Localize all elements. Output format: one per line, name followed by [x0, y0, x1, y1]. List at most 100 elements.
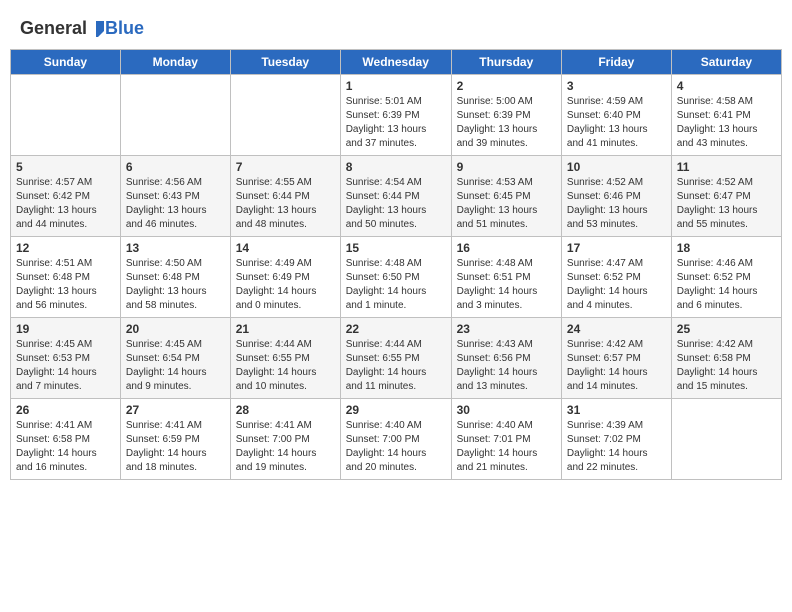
- day-info: Sunrise: 4:44 AMSunset: 6:55 PMDaylight:…: [346, 338, 446, 394]
- calendar-cell: 6Sunrise: 4:56 AMSunset: 6:43 PMDaylight…: [120, 156, 230, 237]
- day-info: Sunrise: 4:41 AMSunset: 7:00 PMDaylight:…: [236, 419, 335, 475]
- day-info: Sunrise: 4:40 AMSunset: 7:01 PMDaylight:…: [457, 419, 556, 475]
- day-info: Sunrise: 4:43 AMSunset: 6:56 PMDaylight:…: [457, 338, 556, 394]
- day-info: Sunrise: 4:44 AMSunset: 6:55 PMDaylight:…: [236, 338, 335, 394]
- day-info: Sunrise: 4:48 AMSunset: 6:51 PMDaylight:…: [457, 257, 556, 313]
- day-number: 10: [567, 160, 666, 174]
- calendar-cell: 15 Sunrise: 4:48 AMSunset: 6:50 PMDayligh…: [340, 237, 451, 318]
- calendar-cell: 18 Sunrise: 4:46 AMSunset: 6:52 PMDayligh…: [671, 237, 781, 318]
- day-number: 30: [457, 403, 556, 417]
- week-row-2: 5Sunrise: 4:57 AMSunset: 6:42 PMDaylight…: [11, 156, 782, 237]
- calendar-cell: 27Sunrise: 4:41 AMSunset: 6:59 PMDayligh…: [120, 399, 230, 480]
- week-row-3: 12 Sunrise: 4:51 AMSunset: 6:48 PMDayligh…: [11, 237, 782, 318]
- day-info: Sunrise: 4:52 AMSunset: 6:47 PMDaylight:…: [677, 176, 776, 232]
- day-number: 17: [567, 241, 666, 255]
- day-info: Sunrise: 4:42 AMSunset: 6:58 PMDaylight:…: [677, 338, 776, 394]
- day-number: 14: [236, 241, 335, 255]
- calendar-cell: 26 Sunrise: 4:41 AMSunset: 6:58 PMDayligh…: [11, 399, 121, 480]
- day-info: Sunrise: 4:52 AMSunset: 6:46 PMDaylight:…: [567, 176, 666, 232]
- day-info: Sunrise: 4:41 AMSunset: 6:58 PMDaylight:…: [16, 419, 115, 475]
- week-row-4: 19 Sunrise: 4:45 AMSunset: 6:53 PMDayligh…: [11, 318, 782, 399]
- day-info: Sunrise: 4:51 AMSunset: 6:48 PMDaylight:…: [16, 257, 115, 313]
- day-number: 31: [567, 403, 666, 417]
- calendar-cell: 1Sunrise: 5:01 AMSunset: 6:39 PMDaylight…: [340, 75, 451, 156]
- week-row-5: 26 Sunrise: 4:41 AMSunset: 6:58 PMDayligh…: [11, 399, 782, 480]
- day-info: Sunrise: 4:50 AMSunset: 6:48 PMDaylight:…: [126, 257, 225, 313]
- day-info: Sunrise: 4:46 AMSunset: 6:52 PMDaylight:…: [677, 257, 776, 313]
- logo-general-text: General: [20, 18, 87, 39]
- day-number: 29: [346, 403, 446, 417]
- weekday-header-friday: Friday: [561, 50, 671, 75]
- logo: General Blue: [20, 18, 144, 39]
- day-info: Sunrise: 4:40 AMSunset: 7:00 PMDaylight:…: [346, 419, 446, 475]
- logo-icon: [88, 21, 104, 37]
- weekday-header-wednesday: Wednesday: [340, 50, 451, 75]
- calendar-cell: 16 Sunrise: 4:48 AMSunset: 6:51 PMDayligh…: [451, 237, 561, 318]
- weekday-header-thursday: Thursday: [451, 50, 561, 75]
- calendar-cell: 25 Sunrise: 4:42 AMSunset: 6:58 PMDayligh…: [671, 318, 781, 399]
- day-number: 4: [677, 79, 776, 93]
- weekday-header-tuesday: Tuesday: [230, 50, 340, 75]
- weekday-header-sunday: Sunday: [11, 50, 121, 75]
- calendar-cell: 11 Sunrise: 4:52 AMSunset: 6:47 PMDayligh…: [671, 156, 781, 237]
- calendar-cell: [11, 75, 121, 156]
- calendar-cell: 31 Sunrise: 4:39 AMSunset: 7:02 PMDayligh…: [561, 399, 671, 480]
- day-info: Sunrise: 4:45 AMSunset: 6:54 PMDaylight:…: [126, 338, 225, 394]
- day-info: Sunrise: 4:57 AMSunset: 6:42 PMDaylight:…: [16, 176, 115, 232]
- day-info: Sunrise: 4:49 AMSunset: 6:49 PMDaylight:…: [236, 257, 335, 313]
- calendar-cell: 30 Sunrise: 4:40 AMSunset: 7:01 PMDayligh…: [451, 399, 561, 480]
- day-info: Sunrise: 4:39 AMSunset: 7:02 PMDaylight:…: [567, 419, 666, 475]
- day-info: Sunrise: 4:56 AMSunset: 6:43 PMDaylight:…: [126, 176, 225, 232]
- day-number: 20: [126, 322, 225, 336]
- day-info: Sunrise: 4:58 AMSunset: 6:41 PMDaylight:…: [677, 95, 776, 151]
- logo-blue-text: Blue: [105, 18, 144, 39]
- calendar-cell: 28 Sunrise: 4:41 AMSunset: 7:00 PMDayligh…: [230, 399, 340, 480]
- calendar-cell: 12 Sunrise: 4:51 AMSunset: 6:48 PMDayligh…: [11, 237, 121, 318]
- day-info: Sunrise: 4:41 AMSunset: 6:59 PMDaylight:…: [126, 419, 225, 475]
- day-info: Sunrise: 5:00 AMSunset: 6:39 PMDaylight:…: [457, 95, 556, 151]
- calendar-cell: 10 Sunrise: 4:52 AMSunset: 6:46 PMDayligh…: [561, 156, 671, 237]
- page-header: General Blue: [10, 10, 782, 44]
- day-number: 25: [677, 322, 776, 336]
- day-info: Sunrise: 4:48 AMSunset: 6:50 PMDaylight:…: [346, 257, 446, 313]
- calendar-cell: 20 Sunrise: 4:45 AMSunset: 6:54 PMDayligh…: [120, 318, 230, 399]
- day-info: Sunrise: 4:54 AMSunset: 6:44 PMDaylight:…: [346, 176, 446, 232]
- calendar-cell: 8 Sunrise: 4:54 AMSunset: 6:44 PMDaylight…: [340, 156, 451, 237]
- day-info: Sunrise: 4:45 AMSunset: 6:53 PMDaylight:…: [16, 338, 115, 394]
- calendar-cell: 19 Sunrise: 4:45 AMSunset: 6:53 PMDayligh…: [11, 318, 121, 399]
- day-number: 9: [457, 160, 556, 174]
- calendar-cell: 13 Sunrise: 4:50 AMSunset: 6:48 PMDayligh…: [120, 237, 230, 318]
- week-row-1: 1Sunrise: 5:01 AMSunset: 6:39 PMDaylight…: [11, 75, 782, 156]
- calendar-cell: [230, 75, 340, 156]
- day-number: 26: [16, 403, 115, 417]
- calendar-cell: 3 Sunrise: 4:59 AMSunset: 6:40 PMDaylight…: [561, 75, 671, 156]
- day-info: Sunrise: 4:55 AMSunset: 6:44 PMDaylight:…: [236, 176, 335, 232]
- calendar-cell: 9Sunrise: 4:53 AMSunset: 6:45 PMDaylight…: [451, 156, 561, 237]
- day-number: 18: [677, 241, 776, 255]
- calendar-cell: 14 Sunrise: 4:49 AMSunset: 6:49 PMDayligh…: [230, 237, 340, 318]
- day-number: 28: [236, 403, 335, 417]
- calendar-cell: 22 Sunrise: 4:44 AMSunset: 6:55 PMDayligh…: [340, 318, 451, 399]
- day-number: 8: [346, 160, 446, 174]
- calendar-cell: 4 Sunrise: 4:58 AMSunset: 6:41 PMDaylight…: [671, 75, 781, 156]
- day-number: 3: [567, 79, 666, 93]
- day-info: Sunrise: 4:47 AMSunset: 6:52 PMDaylight:…: [567, 257, 666, 313]
- day-info: Sunrise: 4:42 AMSunset: 6:57 PMDaylight:…: [567, 338, 666, 394]
- day-number: 12: [16, 241, 115, 255]
- day-number: 15: [346, 241, 446, 255]
- day-number: 11: [677, 160, 776, 174]
- calendar-cell: 5Sunrise: 4:57 AMSunset: 6:42 PMDaylight…: [11, 156, 121, 237]
- weekday-header-row: SundayMondayTuesdayWednesdayThursdayFrid…: [11, 50, 782, 75]
- day-number: 23: [457, 322, 556, 336]
- calendar-cell: 24Sunrise: 4:42 AMSunset: 6:57 PMDayligh…: [561, 318, 671, 399]
- day-number: 21: [236, 322, 335, 336]
- day-number: 13: [126, 241, 225, 255]
- calendar-cell: 23 Sunrise: 4:43 AMSunset: 6:56 PMDayligh…: [451, 318, 561, 399]
- day-number: 22: [346, 322, 446, 336]
- day-number: 19: [16, 322, 115, 336]
- calendar-cell: 2Sunrise: 5:00 AMSunset: 6:39 PMDaylight…: [451, 75, 561, 156]
- day-number: 16: [457, 241, 556, 255]
- weekday-header-monday: Monday: [120, 50, 230, 75]
- calendar-cell: 29 Sunrise: 4:40 AMSunset: 7:00 PMDayligh…: [340, 399, 451, 480]
- day-info: Sunrise: 4:59 AMSunset: 6:40 PMDaylight:…: [567, 95, 666, 151]
